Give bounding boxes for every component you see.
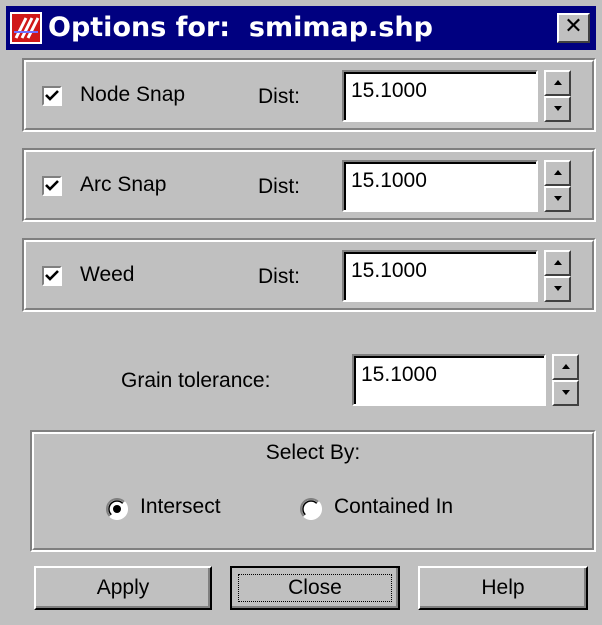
weed-dist-label: Dist: — [258, 265, 300, 288]
checkmark-icon — [45, 180, 59, 191]
node-snap-dist-label: Dist: — [258, 85, 300, 108]
node-snap-spinner — [544, 70, 571, 122]
options-dialog: Options for: smimap.shp ✕ Node Snap Dist… — [0, 0, 602, 625]
arrow-down-icon — [562, 390, 570, 395]
node-snap-checkbox[interactable] — [42, 86, 62, 106]
select-by-title: Select By: — [265, 441, 361, 464]
spin-down-button[interactable] — [544, 276, 571, 302]
weed-checkbox[interactable] — [42, 266, 62, 286]
checkmark-icon — [45, 270, 59, 281]
arrow-up-icon — [562, 364, 570, 369]
arc-snap-checkbox[interactable] — [42, 176, 62, 196]
close-button[interactable]: Close — [230, 566, 400, 610]
intersect-label[interactable]: Intersect — [140, 494, 221, 520]
arc-snap-dist-label: Dist: — [258, 175, 300, 198]
arrow-down-icon — [554, 106, 562, 111]
help-button[interactable]: Help — [418, 566, 588, 610]
arrow-down-icon — [554, 286, 562, 291]
spin-down-button[interactable] — [544, 96, 571, 122]
spin-down-button[interactable] — [544, 186, 571, 212]
arrow-up-icon — [554, 80, 562, 85]
spin-down-button[interactable] — [552, 380, 579, 406]
apply-button[interactable]: Apply — [34, 566, 212, 610]
checkmark-icon — [45, 90, 59, 101]
window-title: Options for: smimap.shp — [48, 12, 433, 43]
close-icon: ✕ — [564, 14, 583, 39]
weed-label[interactable]: Weed — [80, 262, 134, 288]
arrow-up-icon — [554, 260, 562, 265]
arc-snap-label[interactable]: Arc Snap — [80, 172, 166, 198]
grain-tolerance-label: Grain tolerance: — [121, 369, 271, 392]
node-snap-label[interactable]: Node Snap — [80, 82, 185, 108]
weed-group: Weed Dist: 15.1000 — [22, 238, 596, 312]
arcview-icon — [10, 12, 42, 44]
grain-tolerance-spinner — [552, 354, 579, 406]
arrow-down-icon — [554, 196, 562, 201]
close-window-button[interactable]: ✕ — [557, 13, 590, 43]
weed-spinner — [544, 250, 571, 302]
title-bar[interactable]: Options for: smimap.shp ✕ — [6, 6, 596, 50]
intersect-radio[interactable] — [106, 498, 128, 520]
grain-tolerance-input[interactable]: 15.1000 — [352, 354, 546, 406]
contained-in-radio[interactable] — [300, 498, 322, 520]
spin-up-button[interactable] — [544, 160, 571, 186]
arrow-up-icon — [554, 170, 562, 175]
spin-up-button[interactable] — [552, 354, 579, 380]
contained-in-label[interactable]: Contained In — [334, 494, 453, 520]
spin-up-button[interactable] — [544, 70, 571, 96]
node-snap-group: Node Snap Dist: 15.1000 — [22, 58, 596, 132]
weed-dist-input[interactable]: 15.1000 — [342, 250, 538, 302]
arc-snap-dist-input[interactable]: 15.1000 — [342, 160, 538, 212]
arc-snap-spinner — [544, 160, 571, 212]
select-by-group: Select By: Intersect Contained In — [30, 430, 596, 552]
arc-snap-group: Arc Snap Dist: 15.1000 — [22, 148, 596, 222]
spin-up-button[interactable] — [544, 250, 571, 276]
node-snap-dist-input[interactable]: 15.1000 — [342, 70, 538, 122]
